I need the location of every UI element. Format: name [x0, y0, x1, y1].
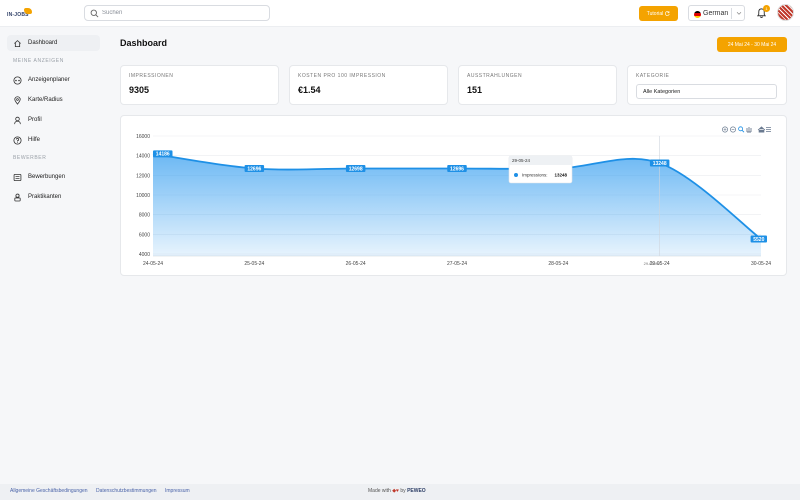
category-card: KATEGORIE Alle Kategorien	[627, 65, 787, 105]
sidebar-item-label: Profil	[28, 117, 42, 123]
selection-zoom-icon[interactable]	[738, 126, 745, 133]
data-label: 12696	[247, 166, 261, 172]
made-with-credit: Made with ◆♥ by PEWEO	[368, 488, 426, 494]
y-tick-label: 14000	[136, 154, 150, 160]
stat-value: €1.54	[298, 85, 321, 95]
sidebar-item-label: Karte/Radius	[28, 97, 63, 103]
logo[interactable]: IN-JOBS	[7, 8, 33, 20]
page-title: Dashboard	[120, 38, 168, 48]
by-text: by	[400, 488, 406, 494]
stat-label: KOSTEN PRO 100 IMPRESSION	[298, 73, 386, 79]
planner-icon	[13, 75, 22, 85]
tooltip-value: 13248	[554, 173, 567, 178]
stat-card-impressions: IMPRESSIONEN 9305	[120, 65, 279, 105]
x-tick-label: 24-05-24	[143, 261, 163, 267]
applications-icon	[13, 173, 22, 181]
footer: Allgemeine Geschäftsbedingungen Datensch…	[0, 484, 800, 500]
section-title-applicants: BEWERBER	[13, 155, 47, 161]
stat-card-cost: KOSTEN PRO 100 IMPRESSION €1.54	[289, 65, 448, 105]
map-pin-icon	[14, 95, 21, 105]
sidebar-item-dashboard[interactable]: Dashboard	[7, 35, 100, 51]
sidebar-item-planner[interactable]: Anzeigenplaner	[7, 72, 100, 88]
date-range-button[interactable]: 24 Mai 24 - 30 Mai 24	[717, 37, 787, 52]
sidebar-item-label: Hilfe	[28, 137, 41, 143]
avatar[interactable]	[777, 4, 794, 21]
help-icon	[13, 135, 22, 145]
category-select[interactable]: Alle Kategorien	[636, 84, 777, 99]
sidebar-item-label: Praktikanten	[28, 194, 62, 200]
tutorial-label: Tutorial	[646, 10, 664, 17]
imprint-link[interactable]: Impressum	[165, 488, 190, 494]
x-tick-label: 27-05-24	[447, 261, 467, 267]
zoom-in-icon[interactable]	[722, 126, 728, 133]
terms-link[interactable]: Allgemeine Geschäftsbedingungen	[10, 488, 88, 494]
x-tick-label: 28-05-24	[548, 261, 568, 267]
pan-icon[interactable]	[746, 127, 752, 133]
chevron-down-icon	[736, 11, 742, 15]
sidebar-item-applications[interactable]: Bewerbungen	[7, 169, 100, 185]
sidebar-item-map[interactable]: Karte/Radius	[7, 92, 100, 108]
y-tick-label: 16000	[136, 134, 150, 140]
y-tick-label: 10000	[136, 193, 150, 199]
stat-label: IMPRESSIONEN	[129, 73, 174, 79]
impressions-chart: 4000 6000 8000 10000 12000 14000 16000 24-05-2…	[136, 126, 771, 267]
brand-name: PEWEO	[407, 488, 426, 494]
logo-mark-icon	[24, 8, 32, 14]
language-label: German	[703, 10, 729, 17]
search-input[interactable]	[102, 7, 262, 19]
x-tick-label: 26-05-24	[346, 261, 366, 267]
category-label: KATEGORIE	[636, 73, 670, 79]
sidebar: Dashboard MEINE ANZEIGEN Anzeigenplaner …	[0, 27, 107, 484]
reset-home-icon[interactable]	[757, 126, 766, 133]
divider	[731, 8, 732, 19]
crosshair-x-label: 29-05-24	[644, 261, 661, 266]
chart-card: 4000 6000 8000 10000 12000 14000 16000 24-05-2…	[120, 115, 787, 276]
sidebar-item-interns[interactable]: Praktikanten	[7, 189, 100, 205]
search-icon	[90, 9, 99, 18]
refresh-icon	[665, 11, 670, 16]
section-title-ads: MEINE ANZEIGEN	[13, 58, 64, 64]
x-axis-ticks: 24-05-24 25-05-24 26-05-24 27-05-24 28-05-24…	[143, 255, 771, 267]
sidebar-item-profile[interactable]: Profil	[7, 112, 100, 128]
made-with-text: Made with	[368, 488, 391, 494]
y-tick-label: 4000	[139, 252, 150, 258]
sidebar-item-label: Bewerbungen	[28, 174, 66, 180]
y-tick-label: 6000	[139, 232, 150, 238]
y-tick-label: 12000	[136, 173, 150, 179]
stat-label: AUSSTRAHLUNGEN	[467, 73, 523, 79]
data-label: 14186	[156, 152, 170, 158]
zoom-out-icon[interactable]	[730, 126, 736, 133]
search-box[interactable]	[84, 5, 270, 21]
x-tick-label: 30-05-24	[751, 261, 771, 267]
language-select[interactable]: German	[688, 5, 745, 21]
data-label: 13248	[653, 161, 667, 167]
data-label: 12698	[349, 166, 363, 172]
x-tick-label: 25-05-24	[244, 261, 264, 267]
top-bar: IN-JOBS Tutorial German 1	[0, 0, 800, 27]
sidebar-item-label: Dashboard	[28, 40, 58, 46]
home-icon	[14, 39, 21, 47]
tooltip-marker	[514, 173, 518, 177]
chart-tooltip: 29-05-24 Impressions: 13248	[508, 155, 573, 184]
stat-value: 9305	[129, 85, 150, 95]
privacy-link[interactable]: Datenschutzbestimmungen	[96, 488, 157, 494]
sidebar-item-help[interactable]: Hilfe	[7, 132, 100, 148]
tooltip-date: 29-05-24	[512, 158, 531, 163]
stat-card-broadcasts: AUSSTRAHLUNGEN 151	[458, 65, 617, 105]
german-flag-icon	[694, 11, 701, 18]
interns-icon	[14, 193, 21, 201]
sidebar-item-label: Anzeigenplaner	[28, 77, 70, 83]
data-label: 5520	[753, 237, 764, 243]
notification-badge: 1	[763, 5, 770, 12]
y-axis-ticks: 4000 6000 8000 10000 12000 14000 16000	[136, 134, 150, 258]
heart-icon: ♥	[396, 488, 400, 494]
data-label: 12696	[450, 166, 464, 172]
user-icon	[14, 116, 21, 124]
tutorial-button[interactable]: Tutorial	[639, 6, 678, 21]
menu-icon[interactable]	[766, 127, 771, 132]
tooltip-series: Impressions:	[522, 173, 548, 178]
chart-toolbar	[722, 126, 771, 133]
y-tick-label: 8000	[139, 213, 150, 219]
stat-value: 151	[467, 85, 483, 95]
